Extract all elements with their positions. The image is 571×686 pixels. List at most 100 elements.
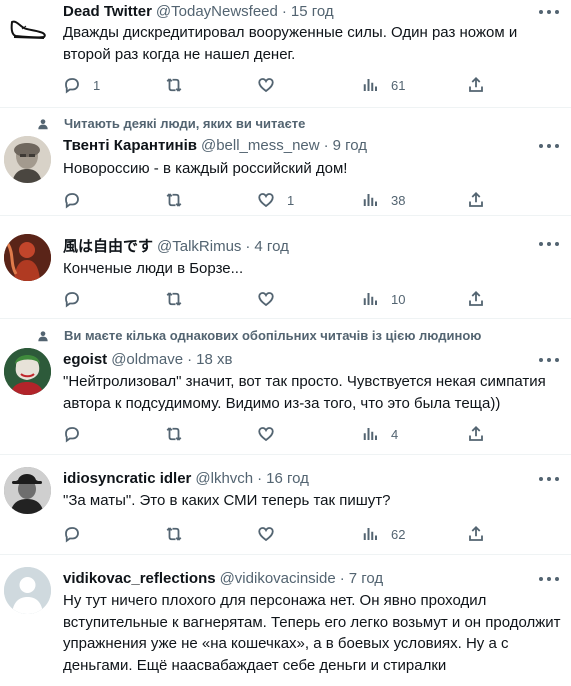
tweet-text: Дважды дискредитировал вооруженные силы.… xyxy=(63,24,518,63)
heart-icon xyxy=(257,76,275,94)
tweet-actions: 62 xyxy=(63,524,493,544)
share-icon xyxy=(467,76,485,94)
tweet[interactable]: vidikovac_reflections @vidikovacinside ·… xyxy=(0,555,571,686)
share-icon xyxy=(467,290,485,308)
author-name[interactable]: 風は自由です xyxy=(63,235,153,256)
analytics-icon xyxy=(361,525,379,543)
separator-dot: · xyxy=(245,238,251,255)
author-name[interactable]: Твенті Карантинів xyxy=(63,137,197,154)
more-options-button[interactable] xyxy=(539,571,559,587)
retweet-icon xyxy=(165,76,183,94)
author-handle[interactable]: @oldmave xyxy=(111,351,183,368)
reply-icon xyxy=(63,525,81,543)
heart-icon xyxy=(257,525,275,543)
views-button[interactable]: 38 xyxy=(361,190,405,210)
reply-button[interactable]: 1 xyxy=(63,75,100,95)
author-handle[interactable]: @bell_mess_new xyxy=(201,137,320,154)
author-name[interactable]: egoist xyxy=(63,351,107,368)
avatar[interactable] xyxy=(4,136,51,183)
retweet-button[interactable] xyxy=(165,524,195,544)
more-options-button[interactable] xyxy=(539,471,559,487)
tweet-text: Новороссию - в каждый российский дом! xyxy=(63,160,348,177)
tweet[interactable]: 風は自由です @TalkRimus · 4 год Конченые люди … xyxy=(0,216,571,319)
timestamp[interactable]: 7 год xyxy=(349,570,383,587)
tweet[interactable]: Dead Twitter @TodayNewsfeed · 15 год Два… xyxy=(0,0,571,108)
retweet-icon xyxy=(165,191,183,209)
tweet-actions: 1 61 xyxy=(63,75,493,95)
retweet-button[interactable] xyxy=(165,424,195,444)
separator-dot: · xyxy=(339,570,345,587)
views-count: 10 xyxy=(391,291,406,307)
author-handle[interactable]: @lkhvch xyxy=(195,470,253,487)
avatar[interactable] xyxy=(4,234,51,281)
timestamp[interactable]: 4 год xyxy=(254,238,288,255)
tweet-text: "Нейтролизовал" значит, вот так просто. … xyxy=(63,373,546,412)
share-icon xyxy=(467,425,485,443)
tweet-text: Конченые люди в Борзе... xyxy=(63,260,244,277)
more-options-button[interactable] xyxy=(539,138,559,154)
tweet[interactable]: Ви маєте кілька однакових обопільних чит… xyxy=(0,319,571,455)
retweet-button[interactable] xyxy=(165,75,195,95)
retweet-icon xyxy=(165,525,183,543)
share-button[interactable] xyxy=(467,524,485,544)
like-button[interactable] xyxy=(257,289,287,309)
analytics-icon xyxy=(361,76,379,94)
retweet-button[interactable] xyxy=(165,289,195,309)
joker-portrait-icon xyxy=(4,348,51,395)
views-button[interactable]: 61 xyxy=(361,75,405,95)
views-count: 61 xyxy=(391,77,406,93)
author-handle[interactable]: @TalkRimus xyxy=(157,238,241,255)
timeline-feed: Dead Twitter @TodayNewsfeed · 15 год Два… xyxy=(0,0,571,686)
retweet-button[interactable] xyxy=(165,190,195,210)
share-button[interactable] xyxy=(467,289,485,309)
author-name[interactable]: Dead Twitter xyxy=(63,3,152,20)
views-button[interactable]: 4 xyxy=(361,424,398,444)
share-button[interactable] xyxy=(467,75,485,95)
tweet[interactable]: Читають деякі люди, яких ви читаєте Твен… xyxy=(0,108,571,216)
avatar[interactable] xyxy=(4,348,51,395)
more-options-button[interactable] xyxy=(539,352,559,368)
reply-button[interactable] xyxy=(63,524,93,544)
views-button[interactable]: 10 xyxy=(361,289,405,309)
avatar[interactable] xyxy=(4,567,51,614)
reply-button[interactable] xyxy=(63,190,93,210)
timestamp[interactable]: 15 год xyxy=(291,3,334,20)
timestamp[interactable]: 16 год xyxy=(266,470,309,487)
avatar[interactable] xyxy=(4,467,51,514)
timestamp[interactable]: 18 хв xyxy=(196,351,232,368)
retweet-icon xyxy=(165,425,183,443)
timestamp[interactable]: 9 год xyxy=(333,137,367,154)
like-button[interactable] xyxy=(257,524,287,544)
views-count: 38 xyxy=(391,192,406,208)
share-icon xyxy=(467,525,485,543)
person-icon xyxy=(38,118,48,129)
retweet-icon xyxy=(165,290,183,308)
tweet[interactable]: idiosyncratic idler @lkhvch · 16 год "За… xyxy=(0,455,571,555)
reply-button[interactable] xyxy=(63,424,93,444)
share-button[interactable] xyxy=(467,424,485,444)
reply-button[interactable] xyxy=(63,289,93,309)
tweet-text: Ну тут ничего плохого для персонажа нет.… xyxy=(63,592,561,674)
analytics-icon xyxy=(361,425,379,443)
tweet-header: Твенті Карантинів @bell_mess_new · 9 год xyxy=(63,137,367,154)
like-button[interactable] xyxy=(257,424,287,444)
avatar[interactable] xyxy=(4,2,51,49)
reply-icon xyxy=(63,191,81,209)
man-in-hat-icon xyxy=(4,467,51,514)
views-button[interactable]: 62 xyxy=(361,524,405,544)
like-button[interactable] xyxy=(257,75,287,95)
more-options-button[interactable] xyxy=(539,236,559,252)
author-handle[interactable]: @TodayNewsfeed xyxy=(156,3,278,20)
social-context: Читають деякі люди, яких ви читаєте xyxy=(36,116,305,131)
more-options-button[interactable] xyxy=(539,4,559,20)
separator-dot: · xyxy=(281,3,287,20)
person-portrait-icon xyxy=(4,136,51,183)
views-count: 62 xyxy=(391,526,406,542)
separator-dot: · xyxy=(257,470,263,487)
share-button[interactable] xyxy=(467,190,485,210)
author-name[interactable]: vidikovac_reflections xyxy=(63,570,216,587)
separator-dot: · xyxy=(187,351,193,368)
author-handle[interactable]: @vidikovacinside xyxy=(220,570,336,587)
like-button[interactable]: 1 xyxy=(257,190,294,210)
author-name[interactable]: idiosyncratic idler xyxy=(63,470,191,487)
